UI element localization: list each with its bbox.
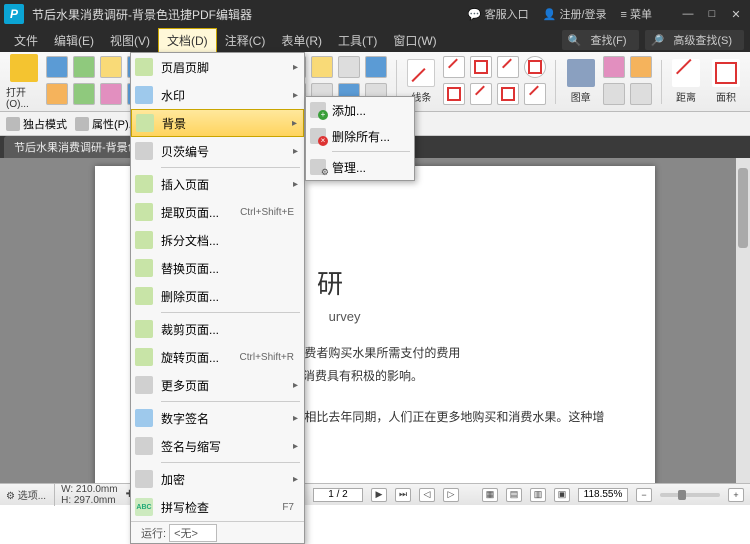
nav-next[interactable]: ▶ — [371, 488, 387, 502]
menu-digital-sign[interactable]: 数字签名▸ — [131, 404, 304, 432]
shape-free-icon[interactable] — [524, 83, 546, 105]
nav-back[interactable]: ◁ — [419, 488, 435, 502]
menu-file[interactable]: 文件 — [6, 29, 46, 52]
misc-icon[interactable] — [630, 83, 652, 105]
menu-replace-page[interactable]: 替换页面... — [131, 254, 304, 282]
shape-arrow-icon[interactable] — [497, 56, 519, 78]
zoom-slider[interactable] — [660, 493, 720, 497]
shape-line-icon[interactable] — [443, 56, 465, 78]
app-logo: P — [4, 4, 24, 24]
delete-icon — [310, 128, 326, 144]
view-mode-icon[interactable]: ▦ — [482, 488, 498, 502]
form-tool-icon[interactable] — [311, 56, 333, 78]
page-input[interactable] — [313, 488, 363, 502]
tool-icon[interactable] — [46, 83, 68, 105]
exclusive-mode-toggle[interactable]: 独占模式 — [6, 116, 67, 132]
shape-cloud-icon[interactable] — [497, 83, 519, 105]
menu-header-footer[interactable]: 页眉页脚▸ — [131, 53, 304, 81]
stamp-tool[interactable]: 图章 — [563, 59, 599, 104]
form-tool-icon[interactable] — [338, 56, 360, 78]
close-button[interactable]: ✕ — [726, 8, 746, 21]
scrollbar-thumb[interactable] — [738, 168, 748, 248]
nav-fwd[interactable]: ▷ — [443, 488, 459, 502]
document-menu-dropdown: 页眉页脚▸ 水印▸ 背景▸ 贝茨编号▸ 插入页面▸ 提取页面...Ctrl+Sh… — [130, 52, 305, 544]
menu-extract-page[interactable]: 提取页面...Ctrl+Shift+E — [131, 198, 304, 226]
minimize-button[interactable]: — — [678, 8, 698, 21]
shape-rect-icon[interactable] — [470, 56, 492, 78]
nav-last[interactable]: ⏭ — [395, 488, 411, 502]
shape-circle-icon[interactable] — [524, 56, 546, 78]
maximize-button[interactable]: □ — [702, 8, 722, 21]
menu-split-doc[interactable]: 拆分文档... — [131, 226, 304, 254]
adv-find-button[interactable]: 🔎 高级查找(S) — [645, 30, 744, 50]
pencil-icon[interactable] — [630, 56, 652, 78]
tool-icon[interactable] — [73, 83, 95, 105]
page-width: W: 210.0mm — [61, 484, 118, 495]
form-tool-icon[interactable] — [365, 56, 387, 78]
login-link[interactable]: 👤 注册/登录 — [543, 6, 607, 22]
background-submenu: 添加... 删除所有... 管理... — [305, 96, 415, 181]
menu-link[interactable]: ≡ 菜单 — [621, 6, 652, 22]
status-bar: ⚙ 选项... W: 210.0mm H: 297.0mm ✚ X: Y: ⏮ … — [0, 483, 750, 505]
view-mode-icon[interactable]: ▤ — [506, 488, 522, 502]
distance-tool[interactable]: 距离 — [668, 59, 704, 104]
page-height: H: 297.0mm — [61, 495, 115, 506]
open-button[interactable]: 打开(O)... — [6, 54, 42, 110]
area-tool[interactable]: 面积 — [708, 59, 744, 104]
submenu-manage[interactable]: 管理... — [306, 154, 414, 180]
zoom-out[interactable]: − — [636, 488, 652, 502]
menu-rotate-page[interactable]: 旋转页面...Ctrl+Shift+R — [131, 343, 304, 371]
menu-form[interactable]: 表单(R) — [273, 29, 330, 52]
title-bar: P 节后水果消费调研-背景色迅捷PDF编辑器 💬 客服入口 👤 注册/登录 ≡ … — [0, 0, 750, 28]
vertical-scrollbar[interactable] — [736, 158, 750, 483]
shape-poly-icon[interactable] — [443, 83, 465, 105]
menu-view[interactable]: 视图(V) — [102, 29, 158, 52]
menu-tool[interactable]: 工具(T) — [330, 29, 385, 52]
zoom-in[interactable]: + — [728, 488, 744, 502]
submenu-delete-all[interactable]: 删除所有... — [306, 123, 414, 149]
find-button[interactable]: 🔍 查找(F) — [562, 30, 639, 50]
menu-encrypt[interactable]: 加密▸ — [131, 465, 304, 493]
misc-icon[interactable] — [603, 83, 625, 105]
window-title: 节后水果消费调研-背景色迅捷PDF编辑器 — [32, 6, 468, 23]
eraser-icon[interactable] — [603, 56, 625, 78]
menu-delete-page[interactable]: 删除页面... — [131, 282, 304, 310]
zoom-input[interactable] — [578, 488, 628, 502]
menu-edit[interactable]: 编辑(E) — [46, 29, 102, 52]
menu-spellcheck[interactable]: ABC拼写检查F7 — [131, 493, 304, 521]
tool-icon[interactable] — [100, 83, 122, 105]
menu-window[interactable]: 窗口(W) — [385, 29, 444, 52]
menu-bar: 文件 编辑(E) 视图(V) 文档(D) 注释(C) 表单(R) 工具(T) 窗… — [0, 28, 750, 52]
menu-background[interactable]: 背景▸ — [131, 109, 304, 137]
tool-icon[interactable] — [46, 56, 68, 78]
add-icon — [310, 102, 326, 118]
workspace: 节后水果消费调研 Post-holiday Fruit Consumption … — [0, 158, 750, 483]
dropdown-footer: 运行: <无> — [131, 521, 304, 543]
submenu-add[interactable]: 添加... — [306, 97, 414, 123]
view-mode-icon[interactable]: ▥ — [530, 488, 546, 502]
menu-bates[interactable]: 贝茨编号▸ — [131, 137, 304, 165]
menu-more-pages[interactable]: 更多页面▸ — [131, 371, 304, 399]
manage-icon — [310, 159, 326, 175]
tool-icon[interactable] — [73, 56, 95, 78]
shape-curve-icon[interactable] — [470, 83, 492, 105]
support-link[interactable]: 💬 客服入口 — [468, 6, 529, 22]
menu-document[interactable]: 文档(D) — [158, 28, 217, 53]
menu-insert-page[interactable]: 插入页面▸ — [131, 170, 304, 198]
menu-sign-summary[interactable]: 签名与缩写▸ — [131, 432, 304, 460]
menu-crop-page[interactable]: 裁剪页面... — [131, 315, 304, 343]
tool-icon[interactable] — [100, 56, 122, 78]
menu-watermark[interactable]: 水印▸ — [131, 81, 304, 109]
view-mode-icon[interactable]: ▣ — [554, 488, 570, 502]
properties-button[interactable]: 属性(P)... — [75, 116, 138, 132]
options-button[interactable]: ⚙ 选项... — [6, 487, 46, 502]
menu-comment[interactable]: 注释(C) — [217, 29, 274, 52]
